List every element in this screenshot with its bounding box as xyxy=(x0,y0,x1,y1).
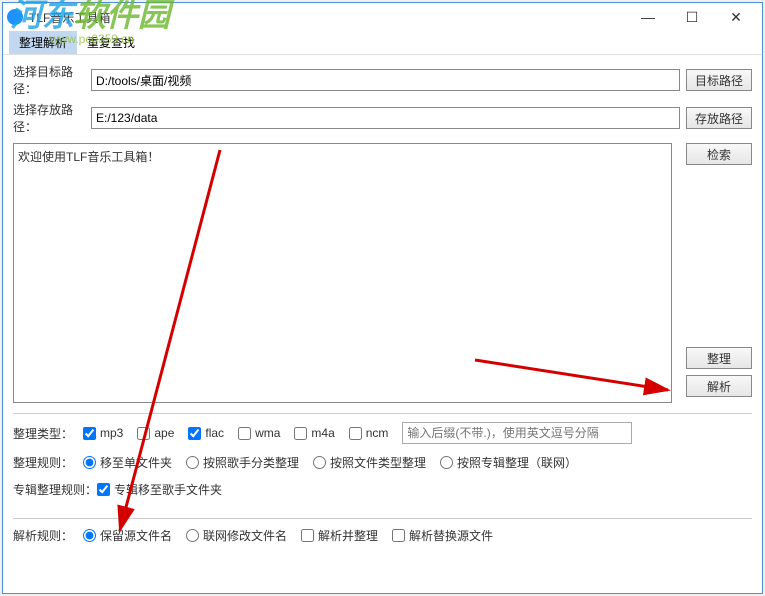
save-path-input[interactable] xyxy=(91,107,680,129)
divider-2 xyxy=(13,518,752,519)
parse-button[interactable]: 解析 xyxy=(686,375,752,397)
organize-rule-label: 整理规则： xyxy=(13,454,83,471)
checkbox-ape[interactable]: ape xyxy=(137,426,174,440)
radio-by-album[interactable]: 按照专辑整理（联网） xyxy=(440,454,577,471)
checkbox-parse-organize[interactable]: 解析并整理 xyxy=(301,527,378,544)
target-path-button[interactable]: 目标路径 xyxy=(686,69,752,91)
close-button[interactable]: ✕ xyxy=(714,3,758,31)
divider xyxy=(13,413,752,414)
save-path-label: 选择存放路径： xyxy=(13,101,91,135)
titlebar: TLF音乐工具箱 — ☐ ✕ xyxy=(3,3,762,31)
radio-keep-filename[interactable]: 保留源文件名 xyxy=(83,527,172,544)
target-path-input[interactable] xyxy=(91,69,680,91)
radio-by-filetype[interactable]: 按照文件类型整理 xyxy=(313,454,426,471)
minimize-button[interactable]: — xyxy=(626,3,670,31)
maximize-button[interactable]: ☐ xyxy=(670,3,714,31)
save-path-button[interactable]: 存放路径 xyxy=(686,107,752,129)
checkbox-m4a[interactable]: m4a xyxy=(294,426,334,440)
checkbox-mp3[interactable]: mp3 xyxy=(83,426,123,440)
log-textarea[interactable]: 欢迎使用TLF音乐工具箱！ xyxy=(13,143,672,403)
radio-single-folder[interactable]: 移至单文件夹 xyxy=(83,454,172,471)
checkbox-wma[interactable]: wma xyxy=(238,426,280,440)
search-button[interactable]: 检索 xyxy=(686,143,752,165)
checkbox-ncm[interactable]: ncm xyxy=(349,426,389,440)
parse-rule-label: 解析规则： xyxy=(13,527,83,544)
checkbox-album-to-artist[interactable]: 专辑移至歌手文件夹 xyxy=(97,481,222,498)
window-title: TLF音乐工具箱 xyxy=(29,9,626,26)
target-path-label: 选择目标路径： xyxy=(13,63,91,97)
checkbox-flac[interactable]: flac xyxy=(188,426,224,440)
app-icon xyxy=(7,9,23,25)
album-rule-label: 专辑整理规则： xyxy=(13,481,97,498)
radio-by-artist[interactable]: 按照歌手分类整理 xyxy=(186,454,299,471)
organize-button[interactable]: 整理 xyxy=(686,347,752,369)
checkbox-parse-replace[interactable]: 解析替换源文件 xyxy=(392,527,493,544)
menubar: 整理解析 重复查找 xyxy=(3,31,762,55)
menu-duplicate-find[interactable]: 重复查找 xyxy=(77,31,145,54)
radio-online-rename[interactable]: 联网修改文件名 xyxy=(186,527,287,544)
organize-type-label: 整理类型： xyxy=(13,425,83,442)
ext-input[interactable] xyxy=(402,422,632,444)
menu-organize-parse[interactable]: 整理解析 xyxy=(9,31,77,54)
